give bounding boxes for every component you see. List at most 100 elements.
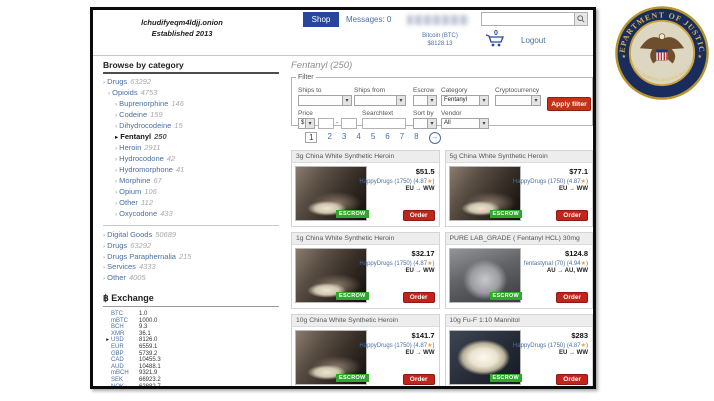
- category-link[interactable]: Digital Goods: [107, 230, 152, 239]
- category-item[interactable]: ›Opium106: [103, 187, 287, 198]
- category-link[interactable]: Fentanyl: [120, 132, 151, 141]
- currency-code-link[interactable]: GBP: [111, 351, 139, 358]
- root-category-item[interactable]: ›Services4333: [103, 262, 205, 273]
- page-number-link[interactable]: 7: [400, 132, 404, 143]
- price-min-input[interactable]: [318, 118, 334, 129]
- page-number-link[interactable]: 5: [371, 132, 375, 143]
- product-title[interactable]: PURE LAB_GRADE ( Fentanyl HCL) 30mg: [446, 233, 593, 245]
- root-category-item[interactable]: ›Digital Goods50689: [103, 230, 205, 241]
- category-link[interactable]: Drugs: [107, 241, 127, 250]
- category-link[interactable]: Heroin: [119, 143, 141, 152]
- page-number-link[interactable]: 1: [305, 132, 317, 143]
- currency-select[interactable]: $▾: [298, 118, 315, 129]
- product-title[interactable]: 1g China White Synthetic Heroin: [292, 233, 439, 245]
- established-text: Established 2013: [107, 29, 257, 40]
- currency-code-link[interactable]: mBCH: [111, 370, 139, 377]
- ships-to-select[interactable]: ▾: [298, 95, 352, 106]
- page-number-link[interactable]: 4: [356, 132, 360, 143]
- sort-by-select[interactable]: ▾: [413, 118, 437, 129]
- category-link[interactable]: Oxycodone: [119, 209, 157, 218]
- category-item[interactable]: ▸Fentanyl250: [103, 132, 287, 143]
- product-title[interactable]: 5g China White Synthetic Heroin: [446, 151, 593, 163]
- currency-code-link[interactable]: AUD: [111, 364, 139, 371]
- category-link[interactable]: Buprenorphine: [119, 99, 168, 108]
- category-item[interactable]: ›Hydrocodone42: [103, 154, 287, 165]
- order-button[interactable]: Order: [403, 374, 435, 385]
- search-input[interactable]: [482, 13, 574, 25]
- exchange-rate-row: mBTC1000.0: [103, 318, 287, 325]
- currency-code-link[interactable]: CAD: [111, 357, 139, 364]
- order-button[interactable]: Order: [556, 292, 588, 303]
- logout-link[interactable]: Logout: [521, 36, 545, 45]
- page-number-link[interactable]: 6: [385, 132, 389, 143]
- currency-code-link[interactable]: NOK: [111, 384, 139, 389]
- escrow-select[interactable]: ▾: [413, 95, 437, 106]
- vendor-link[interactable]: HappyDrugs (1750) (4.87★): [359, 260, 434, 267]
- vendor-link[interactable]: HappyDrugs (1750) (4.87★): [359, 342, 434, 349]
- currency-code-link[interactable]: USD: [111, 337, 139, 344]
- currency-code-link[interactable]: EUR: [111, 344, 139, 351]
- category-link[interactable]: Opium: [119, 187, 141, 196]
- category-link[interactable]: Morphine: [119, 176, 150, 185]
- category-item[interactable]: ›Codeine159: [103, 110, 287, 121]
- root-category-item[interactable]: ›Other4005: [103, 273, 205, 284]
- category-item[interactable]: ›Buprenorphine146: [103, 99, 287, 110]
- category-item[interactable]: ›Heroin2911: [103, 143, 287, 154]
- category-link[interactable]: Other: [119, 198, 138, 207]
- category-item[interactable]: ›Dihydrocodeine15: [103, 121, 287, 132]
- messages-link[interactable]: Messages: 0: [346, 15, 391, 24]
- category-item[interactable]: ›Morphine67: [103, 176, 287, 187]
- vendor-select[interactable]: All▾: [441, 118, 489, 129]
- page-number-link[interactable]: 3: [342, 132, 346, 143]
- category-link[interactable]: Drugs Paraphernalia: [107, 252, 176, 261]
- currency-code-link[interactable]: SEK: [111, 377, 139, 384]
- ships-from-select[interactable]: ▾: [354, 95, 406, 106]
- vendor-link[interactable]: fentastynal (70) (4.94★): [524, 260, 588, 267]
- root-category-item[interactable]: ›Drugs63292: [103, 241, 205, 252]
- category-link[interactable]: Dihydrocodeine: [119, 121, 171, 130]
- vendor-link[interactable]: HappyDrugs (1750) (4.87★): [359, 178, 434, 185]
- product-title[interactable]: 3g China White Synthetic Heroin: [292, 151, 439, 163]
- category-item[interactable]: ›Drugs63292: [103, 77, 287, 88]
- next-page-button[interactable]: →: [429, 132, 441, 144]
- sidebar-divider: [103, 225, 279, 226]
- searchtext-input[interactable]: [362, 118, 406, 129]
- category-link[interactable]: Codeine: [119, 110, 147, 119]
- escrow-badge: ESCROW: [490, 210, 523, 218]
- page-number-link[interactable]: 8: [414, 132, 418, 143]
- order-button[interactable]: Order: [556, 210, 588, 221]
- currency-code-link[interactable]: XMR: [111, 331, 139, 338]
- price-max-input[interactable]: [341, 118, 357, 129]
- currency-code-link[interactable]: BTC: [111, 311, 139, 318]
- category-link[interactable]: Other: [107, 273, 126, 282]
- shop-button[interactable]: Shop: [303, 12, 339, 27]
- category-link[interactable]: Drugs: [107, 77, 127, 86]
- category-link[interactable]: Opioids: [112, 88, 137, 97]
- root-category-item[interactable]: ›Drugs Paraphernalia215: [103, 252, 205, 263]
- currency-code-link[interactable]: mBTC: [111, 318, 139, 325]
- category-item[interactable]: ›Opioids4753: [103, 88, 287, 99]
- vendor-link[interactable]: HappyDrugs (1750) (4.87★): [513, 178, 588, 185]
- vendor-link[interactable]: HappyDrugs (1750) (4.87★): [513, 342, 588, 349]
- product-title[interactable]: 10g Fu-F 1:10 Mannitol: [446, 315, 593, 327]
- page-number-link[interactable]: 2: [327, 132, 331, 143]
- product-card-body: ESCROW $51.5 HappyDrugs (1750) (4.87★) E…: [292, 163, 439, 225]
- currency-code-link[interactable]: BCH: [111, 324, 139, 331]
- cryptocurrency-select[interactable]: ▾: [495, 95, 541, 106]
- cart-icon: [485, 33, 507, 48]
- search-button[interactable]: [574, 13, 587, 25]
- order-button[interactable]: Order: [403, 292, 435, 303]
- cryptocurrency-label: Cryptocurrency: [495, 87, 539, 94]
- category-item[interactable]: ›Hydromorphone41: [103, 165, 287, 176]
- product-title[interactable]: 10g China White Synthetic Heroin: [292, 315, 439, 327]
- category-link[interactable]: Hydrocodone: [119, 154, 164, 163]
- order-button[interactable]: Order: [403, 210, 435, 221]
- category-select[interactable]: Fentanyl▾: [441, 95, 489, 106]
- order-button[interactable]: Order: [556, 374, 588, 385]
- category-item[interactable]: ›Oxycodone433: [103, 209, 287, 220]
- category-link[interactable]: Hydromorphone: [119, 165, 173, 174]
- category-item[interactable]: ›Other112: [103, 198, 287, 209]
- category-link[interactable]: Services: [107, 262, 136, 271]
- apply-filter-button[interactable]: Apply filter: [547, 97, 591, 111]
- cart-button[interactable]: [485, 33, 507, 53]
